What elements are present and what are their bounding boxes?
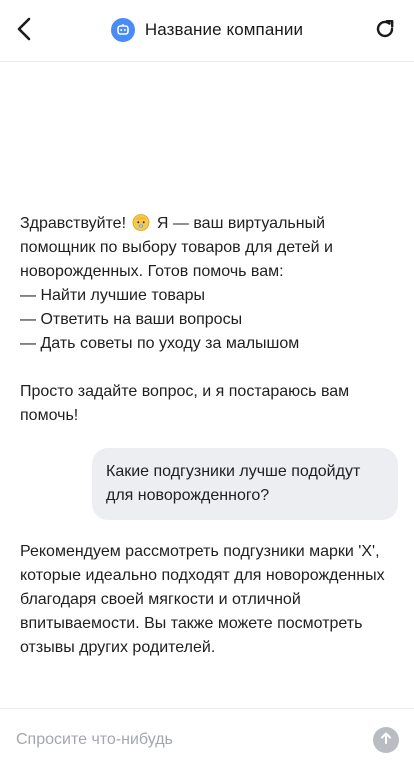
send-button[interactable] xyxy=(373,727,399,753)
user-message-bubble: Какие подгузники лучше подойдут для ново… xyxy=(92,448,398,520)
bot-icon xyxy=(110,18,135,42)
refresh-button[interactable] xyxy=(370,16,400,46)
bot-intro-text-rest: Я — ваш виртуальный помощник по выбору т… xyxy=(20,215,350,424)
header-title-group: Название компании xyxy=(0,18,414,42)
bot-message-intro: Здравствуйте! Я — ваш виртуальный помощн… xyxy=(20,212,400,428)
chat-header: Название компании xyxy=(0,0,414,62)
bot-message-answer: Рекомендуем рассмотреть подгузники марки… xyxy=(20,543,385,656)
message-input[interactable] xyxy=(16,727,356,753)
page-title: Название компании xyxy=(144,20,304,39)
refresh-icon xyxy=(374,18,396,45)
arrow-up-icon xyxy=(379,731,393,750)
user-message-text: Какие подгузники лучше подойдут для ново… xyxy=(106,463,361,504)
baby-emoji-icon xyxy=(132,213,150,231)
composer xyxy=(0,708,414,770)
bot-intro-text-start: Здравствуйте! xyxy=(20,215,131,232)
